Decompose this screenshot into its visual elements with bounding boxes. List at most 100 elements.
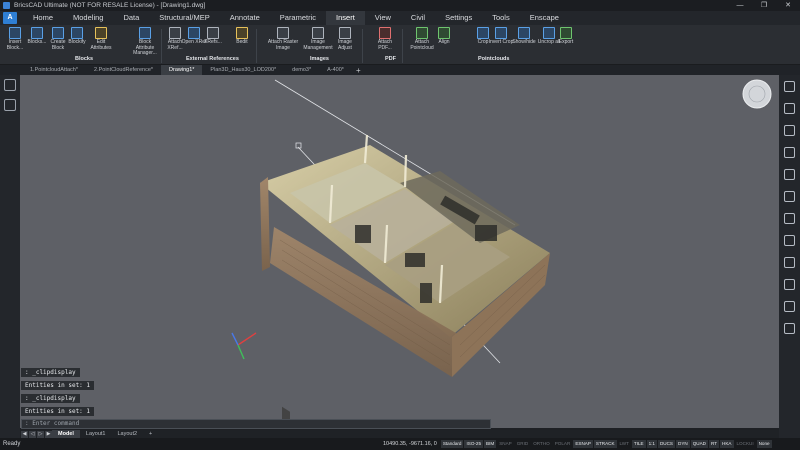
new-document-tab-button[interactable]: + — [352, 66, 365, 75]
pointcloud-scene — [231, 79, 772, 426]
tags-icon[interactable] — [784, 257, 795, 268]
prev-layout-button[interactable]: ◁ — [29, 430, 36, 438]
tab-view[interactable]: View — [365, 11, 401, 25]
model-viewport[interactable] — [20, 75, 779, 428]
status-bim[interactable]: BIM — [484, 440, 497, 448]
building-left-wall — [260, 177, 270, 271]
minimize-button[interactable]: — — [728, 0, 752, 11]
command-history-line: : _clipdisplay — [21, 394, 80, 403]
help-icon[interactable] — [784, 323, 795, 334]
tab-annotate[interactable]: Annotate — [220, 11, 270, 25]
status-none[interactable]: None — [756, 440, 772, 448]
xrefs-button[interactable]: XRefs... — [200, 27, 226, 46]
status-strack[interactable]: STRACK — [593, 440, 617, 448]
attachment-icon[interactable] — [784, 279, 795, 290]
status-scale[interactable]: 1:1 — [646, 440, 657, 448]
status-snap[interactable]: SNAP — [497, 440, 514, 448]
cube-icon[interactable] — [784, 235, 795, 246]
doc-tab-drawing1[interactable]: Drawing1* — [161, 65, 203, 75]
tab-settings[interactable]: Settings — [435, 11, 482, 25]
column-icon[interactable] — [784, 191, 795, 202]
document-tab-bar: 1.PointcloudAttach* 2.PointCloudReferenc… — [0, 65, 800, 75]
status-text-style[interactable]: Standard — [440, 440, 464, 448]
formula-icon[interactable] — [784, 301, 795, 312]
tab-data[interactable]: Data — [113, 11, 149, 25]
status-tile[interactable]: TILE — [631, 440, 646, 448]
doc-tab-pointcloudreference[interactable]: 2.PointCloudReference* — [86, 65, 161, 75]
first-layout-button[interactable]: ◀ — [21, 430, 28, 438]
status-esnap[interactable]: ESNAP — [573, 440, 593, 448]
status-polar[interactable]: POLAR — [553, 440, 573, 448]
status-lwt[interactable]: LWT — [618, 440, 631, 448]
stack-icon[interactable] — [784, 213, 795, 224]
library-icon[interactable] — [784, 147, 795, 158]
status-dyn[interactable]: DYN — [676, 440, 690, 448]
edit-attributes-icon — [95, 27, 107, 39]
status-grid[interactable]: GRID — [515, 440, 530, 448]
group-label-images: Images — [310, 56, 329, 62]
last-layout-button[interactable]: ▶ — [45, 430, 52, 438]
command-history-line: : _clipdisplay — [21, 368, 80, 377]
ucs-axes-icon — [231, 332, 257, 360]
image-adjust-button[interactable]: Image Adjust — [332, 27, 358, 51]
cursor-coordinates: 10490.35, -9671.16, 0 — [383, 441, 437, 447]
align-icon — [438, 27, 450, 39]
xrefs-icon — [207, 27, 219, 39]
view-cube-icon[interactable] — [742, 79, 772, 109]
structure-browser-icon[interactable] — [4, 99, 16, 111]
create-block-icon — [52, 27, 64, 39]
status-bar: Ready 10490.35, -9671.16, 0 Standard ISO… — [0, 438, 800, 450]
status-ducs[interactable]: DUCS — [657, 440, 676, 448]
blockify-button[interactable]: Blockify — [64, 27, 90, 46]
open-xref-icon — [188, 27, 200, 39]
layout-tab-model[interactable]: Model — [52, 430, 80, 438]
bedit-button[interactable]: Bedit — [229, 27, 255, 46]
tab-insert[interactable]: Insert — [326, 11, 365, 25]
status-hka[interactable]: HKA — [720, 440, 734, 448]
home-icon[interactable] — [4, 79, 16, 91]
settings-sliders-icon[interactable] — [784, 103, 795, 114]
maximize-button[interactable]: ❐ — [752, 0, 776, 11]
layout-tab-layout2[interactable]: Layout2 — [111, 430, 143, 438]
next-layout-button[interactable]: ▷ — [37, 430, 44, 438]
show-hide-icon — [518, 27, 530, 39]
image-management-button[interactable]: Image Management — [302, 27, 334, 51]
tab-modeling[interactable]: Modeling — [63, 11, 113, 25]
status-ortho[interactable]: ORTHO — [531, 440, 552, 448]
sheet-icon[interactable] — [784, 169, 795, 180]
status-quad[interactable]: QUAD — [690, 440, 708, 448]
show-hide-button[interactable]: Show/hide — [510, 27, 538, 46]
close-button[interactable]: ✕ — [776, 0, 800, 11]
blockify-icon — [71, 27, 83, 39]
tab-parametric[interactable]: Parametric — [270, 11, 326, 25]
align-button[interactable]: Align — [431, 27, 457, 46]
tab-civil[interactable]: Civil — [401, 11, 435, 25]
doc-tab-pointcloudattach[interactable]: 1.PointcloudAttach* — [22, 65, 86, 75]
edit-attributes-button[interactable]: Edit Attributes — [88, 27, 114, 51]
export-button[interactable]: Export — [553, 27, 579, 46]
add-layout-button[interactable]: + — [143, 430, 158, 438]
right-panel-toolbar — [779, 75, 800, 438]
command-input[interactable]: : Enter command — [21, 419, 491, 429]
application-menu-button[interactable]: A — [3, 12, 17, 24]
doc-tab-plan3d[interactable]: Plan3D_Haus30_LOD200* — [202, 65, 284, 75]
attach-raster-image-button[interactable]: Attach Raster Image — [266, 27, 300, 51]
tab-home[interactable]: Home — [23, 11, 63, 25]
attach-pdf-button[interactable]: Attach PDF... — [372, 27, 398, 51]
status-lockui[interactable]: LOCKUI — [735, 440, 756, 448]
status-rt[interactable]: RT — [709, 440, 720, 448]
attach-xref-icon — [169, 27, 181, 39]
doc-tab-a400[interactable]: A-400* — [319, 65, 352, 75]
title-bar: BricsCAD Ultimate (NOT FOR RESALE Licens… — [0, 0, 800, 11]
doc-tab-demo3[interactable]: demo3* — [284, 65, 319, 75]
block-attribute-manager-button[interactable]: Block Attribute Manager... — [130, 27, 160, 57]
tab-enscape[interactable]: Enscape — [520, 11, 569, 25]
bedit-icon — [236, 27, 248, 39]
tab-tools[interactable]: Tools — [482, 11, 520, 25]
command-history-line: Entities in set: 1 — [21, 407, 95, 416]
properties-icon[interactable] — [784, 81, 795, 92]
status-dim-style[interactable]: ISO-25 — [464, 440, 484, 448]
layers-icon[interactable] — [784, 125, 795, 136]
layout-tab-layout1[interactable]: Layout1 — [80, 430, 112, 438]
tab-structural-mep[interactable]: Structural/MEP — [149, 11, 219, 25]
